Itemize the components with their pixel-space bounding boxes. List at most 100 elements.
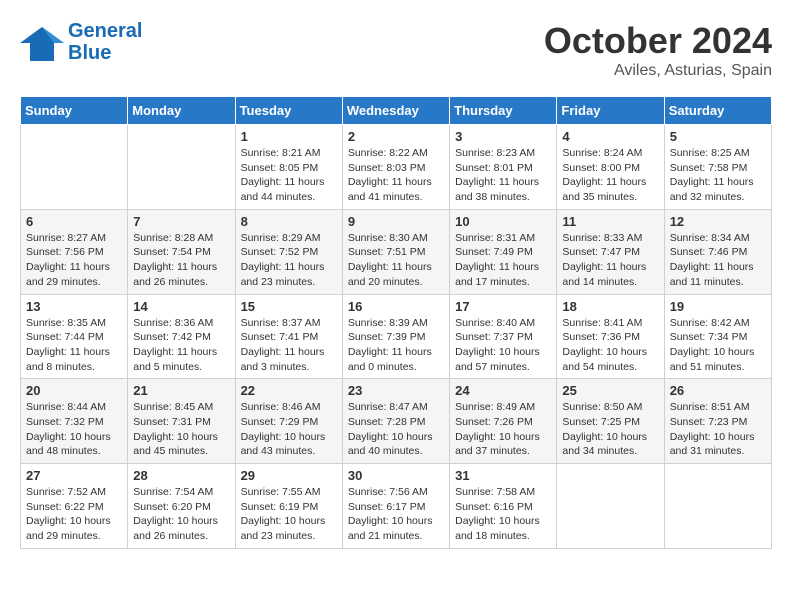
day-number: 12: [670, 214, 766, 229]
month-title: October 2024: [544, 20, 772, 62]
day-cell: [21, 125, 128, 210]
day-number: 18: [562, 299, 658, 314]
day-number: 27: [26, 468, 122, 483]
day-cell: 31Sunrise: 7:58 AMSunset: 6:16 PMDayligh…: [450, 464, 557, 549]
day-info: Sunrise: 8:31 AMSunset: 7:49 PMDaylight:…: [455, 231, 551, 290]
day-cell: [664, 464, 771, 549]
day-info: Sunrise: 8:29 AMSunset: 7:52 PMDaylight:…: [241, 231, 337, 290]
day-number: 21: [133, 383, 229, 398]
day-cell: 20 Sunrise: 8:44 AMSunset: 7:32 PMDayligh…: [21, 379, 128, 464]
day-cell: 30 Sunrise: 7:56 AMSunset: 6:17 PMDayligh…: [342, 464, 449, 549]
weekday-thursday: Thursday: [450, 97, 557, 125]
day-info: Sunrise: 7:58 AMSunset: 6:16 PMDaylight:…: [455, 485, 551, 544]
day-info: Sunrise: 7:54 AMSunset: 6:20 PMDaylight:…: [133, 485, 229, 544]
logo-blue: Blue: [68, 42, 142, 64]
day-cell: 29Sunrise: 7:55 AMSunset: 6:19 PMDayligh…: [235, 464, 342, 549]
day-number: 14: [133, 299, 229, 314]
week-row-3: 13Sunrise: 8:35 AMSunset: 7:44 PMDayligh…: [21, 294, 772, 379]
day-number: 1: [241, 129, 337, 144]
day-info: Sunrise: 8:28 AMSunset: 7:54 PMDaylight:…: [133, 231, 229, 290]
day-number: 23: [348, 383, 444, 398]
day-info: Sunrise: 8:36 AMSunset: 7:42 PMDaylight:…: [133, 316, 229, 375]
calendar-body: 1 Sunrise: 8:21 AMSunset: 8:05 PMDaylight…: [21, 125, 772, 549]
day-cell: 22Sunrise: 8:46 AMSunset: 7:29 PMDayligh…: [235, 379, 342, 464]
day-info: Sunrise: 8:24 AMSunset: 8:00 PMDaylight:…: [562, 146, 658, 205]
day-cell: 6 Sunrise: 8:27 AMSunset: 7:56 PMDaylight…: [21, 209, 128, 294]
day-info: Sunrise: 8:50 AMSunset: 7:25 PMDaylight:…: [562, 400, 658, 459]
day-number: 29: [241, 468, 337, 483]
day-cell: 12Sunrise: 8:34 AMSunset: 7:46 PMDayligh…: [664, 209, 771, 294]
day-cell: 11 Sunrise: 8:33 AMSunset: 7:47 PMDayligh…: [557, 209, 664, 294]
day-info: Sunrise: 8:27 AMSunset: 7:56 PMDaylight:…: [26, 231, 122, 290]
day-number: 20: [26, 383, 122, 398]
day-number: 8: [241, 214, 337, 229]
day-cell: 17 Sunrise: 8:40 AMSunset: 7:37 PMDayligh…: [450, 294, 557, 379]
day-info: Sunrise: 7:52 AMSunset: 6:22 PMDaylight:…: [26, 485, 122, 544]
day-info: Sunrise: 8:35 AMSunset: 7:44 PMDaylight:…: [26, 316, 122, 375]
day-number: 15: [241, 299, 337, 314]
day-info: Sunrise: 8:37 AMSunset: 7:41 PMDaylight:…: [241, 316, 337, 375]
weekday-saturday: Saturday: [664, 97, 771, 125]
day-cell: 28 Sunrise: 7:54 AMSunset: 6:20 PMDayligh…: [128, 464, 235, 549]
day-info: Sunrise: 8:33 AMSunset: 7:47 PMDaylight:…: [562, 231, 658, 290]
day-number: 10: [455, 214, 551, 229]
day-cell: 27 Sunrise: 7:52 AMSunset: 6:22 PMDayligh…: [21, 464, 128, 549]
weekday-tuesday: Tuesday: [235, 97, 342, 125]
weekday-header-row: SundayMondayTuesdayWednesdayThursdayFrid…: [21, 97, 772, 125]
day-number: 4: [562, 129, 658, 144]
calendar-table: SundayMondayTuesdayWednesdayThursdayFrid…: [20, 96, 772, 549]
day-cell: 25 Sunrise: 8:50 AMSunset: 7:25 PMDayligh…: [557, 379, 664, 464]
day-info: Sunrise: 8:44 AMSunset: 7:32 PMDaylight:…: [26, 400, 122, 459]
day-number: 9: [348, 214, 444, 229]
day-cell: 3 Sunrise: 8:23 AMSunset: 8:01 PMDaylight…: [450, 125, 557, 210]
day-info: Sunrise: 8:21 AMSunset: 8:05 PMDaylight:…: [241, 146, 337, 205]
day-cell: 21Sunrise: 8:45 AMSunset: 7:31 PMDayligh…: [128, 379, 235, 464]
logo: General Blue: [20, 20, 142, 64]
day-cell: 7Sunrise: 8:28 AMSunset: 7:54 PMDaylight…: [128, 209, 235, 294]
day-info: Sunrise: 8:41 AMSunset: 7:36 PMDaylight:…: [562, 316, 658, 375]
day-cell: 26Sunrise: 8:51 AMSunset: 7:23 PMDayligh…: [664, 379, 771, 464]
week-row-1: 1 Sunrise: 8:21 AMSunset: 8:05 PMDaylight…: [21, 125, 772, 210]
day-cell: 13Sunrise: 8:35 AMSunset: 7:44 PMDayligh…: [21, 294, 128, 379]
day-number: 25: [562, 383, 658, 398]
day-number: 2: [348, 129, 444, 144]
day-number: 28: [133, 468, 229, 483]
day-number: 24: [455, 383, 551, 398]
day-cell: 8 Sunrise: 8:29 AMSunset: 7:52 PMDaylight…: [235, 209, 342, 294]
day-cell: 9 Sunrise: 8:30 AMSunset: 7:51 PMDaylight…: [342, 209, 449, 294]
day-cell: 18 Sunrise: 8:41 AMSunset: 7:36 PMDayligh…: [557, 294, 664, 379]
day-number: 30: [348, 468, 444, 483]
day-info: Sunrise: 8:46 AMSunset: 7:29 PMDaylight:…: [241, 400, 337, 459]
day-info: Sunrise: 7:56 AMSunset: 6:17 PMDaylight:…: [348, 485, 444, 544]
day-info: Sunrise: 8:30 AMSunset: 7:51 PMDaylight:…: [348, 231, 444, 290]
location-title: Aviles, Asturias, Spain: [544, 62, 772, 80]
day-cell: 4 Sunrise: 8:24 AMSunset: 8:00 PMDaylight…: [557, 125, 664, 210]
day-number: 6: [26, 214, 122, 229]
day-number: 19: [670, 299, 766, 314]
logo-icon: [20, 23, 64, 61]
day-info: Sunrise: 8:42 AMSunset: 7:34 PMDaylight:…: [670, 316, 766, 375]
title-block: October 2024 Aviles, Asturias, Spain: [544, 20, 772, 80]
day-cell: 5Sunrise: 8:25 AMSunset: 7:58 PMDaylight…: [664, 125, 771, 210]
day-number: 17: [455, 299, 551, 314]
day-info: Sunrise: 8:40 AMSunset: 7:37 PMDaylight:…: [455, 316, 551, 375]
day-number: 11: [562, 214, 658, 229]
day-info: Sunrise: 8:22 AMSunset: 8:03 PMDaylight:…: [348, 146, 444, 205]
day-info: Sunrise: 8:49 AMSunset: 7:26 PMDaylight:…: [455, 400, 551, 459]
day-info: Sunrise: 8:47 AMSunset: 7:28 PMDaylight:…: [348, 400, 444, 459]
logo-general: General: [68, 20, 142, 42]
page-header: General Blue October 2024 Aviles, Asturi…: [20, 20, 772, 80]
week-row-4: 20 Sunrise: 8:44 AMSunset: 7:32 PMDayligh…: [21, 379, 772, 464]
day-number: 26: [670, 383, 766, 398]
day-cell: 23 Sunrise: 8:47 AMSunset: 7:28 PMDayligh…: [342, 379, 449, 464]
weekday-monday: Monday: [128, 97, 235, 125]
day-cell: 24 Sunrise: 8:49 AMSunset: 7:26 PMDayligh…: [450, 379, 557, 464]
week-row-2: 6 Sunrise: 8:27 AMSunset: 7:56 PMDaylight…: [21, 209, 772, 294]
day-cell: 2 Sunrise: 8:22 AMSunset: 8:03 PMDaylight…: [342, 125, 449, 210]
day-info: Sunrise: 8:23 AMSunset: 8:01 PMDaylight:…: [455, 146, 551, 205]
day-cell: 15 Sunrise: 8:37 AMSunset: 7:41 PMDayligh…: [235, 294, 342, 379]
day-number: 3: [455, 129, 551, 144]
weekday-wednesday: Wednesday: [342, 97, 449, 125]
day-cell: [128, 125, 235, 210]
day-number: 5: [670, 129, 766, 144]
